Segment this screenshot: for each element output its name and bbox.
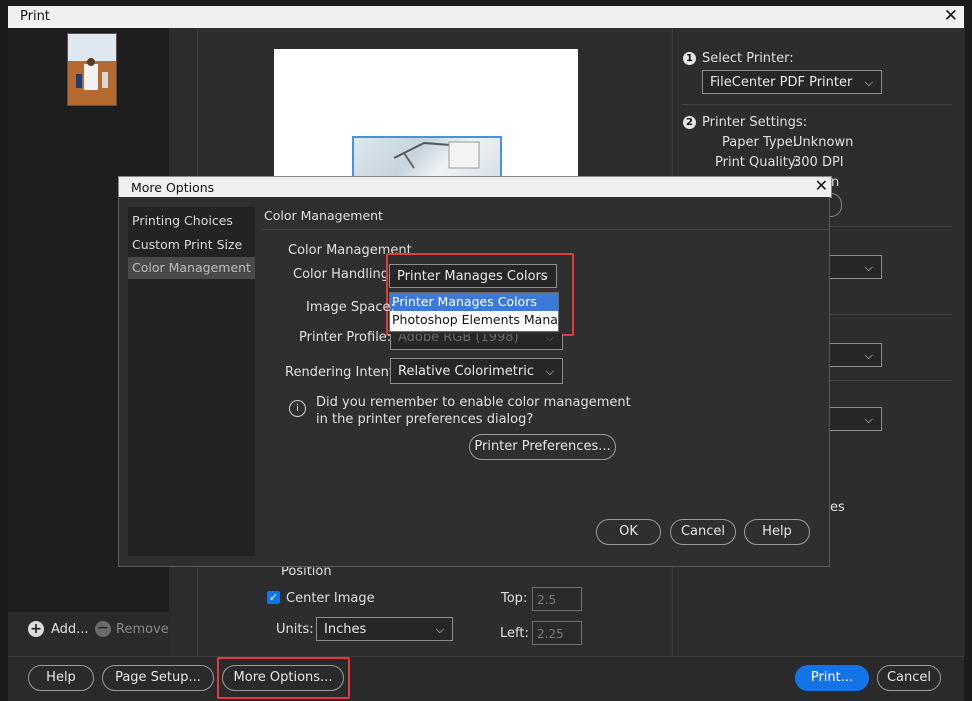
printer-profile-value: Adobe RGB (1998) xyxy=(398,334,519,345)
section-divider xyxy=(263,229,830,230)
more-options-title: More Options xyxy=(131,180,215,195)
add-button[interactable]: Add... xyxy=(51,622,89,637)
chevron-down-icon: ⌵ xyxy=(539,270,548,283)
printer-settings-label: Printer Settings: xyxy=(702,115,808,130)
close-icon[interactable]: ✕ xyxy=(815,176,828,195)
top-input[interactable]: 2.5 xyxy=(532,587,582,611)
dialog-cancel-button[interactable]: Cancel xyxy=(670,519,736,545)
help-button[interactable]: Help xyxy=(28,665,94,691)
printer-profile-label: Printer Profile: xyxy=(299,330,392,345)
printer-preferences-button[interactable]: Printer Preferences... xyxy=(469,434,616,460)
remove-icon: − xyxy=(95,621,111,637)
add-icon[interactable]: + xyxy=(28,621,44,637)
sidebar-item-printing-choices[interactable]: Printing Choices xyxy=(132,213,233,228)
paper-type-label: Paper Type: xyxy=(722,135,798,150)
photo-thumbnail[interactable] xyxy=(67,33,117,106)
step-number-1: 1 xyxy=(683,52,696,65)
chevron-down-icon: ⌵ xyxy=(864,76,873,89)
group-title: Color Management xyxy=(288,243,412,258)
remove-button: Remove xyxy=(116,622,169,637)
color-handling-options[interactable]: Printer Manages Colors Photoshop Element… xyxy=(389,292,559,332)
image-space-label: Image Space: xyxy=(306,300,395,315)
units-value: Inches xyxy=(324,622,367,637)
obscured-dropdown-2[interactable]: ⌵ xyxy=(829,343,882,367)
more-options-button[interactable]: More Options... xyxy=(222,665,344,691)
close-icon[interactable]: ✕ xyxy=(944,6,958,26)
left-input[interactable]: 2.25 xyxy=(532,621,582,645)
sidebar-item-custom-print-size[interactable]: Custom Print Size xyxy=(132,237,242,252)
paper-type-value: Unknown xyxy=(793,135,854,150)
obscured-dropdown-1[interactable]: ⌵ xyxy=(829,255,882,279)
dialog-help-button[interactable]: Help xyxy=(744,519,810,545)
left-label: Left: xyxy=(500,626,529,641)
select-printer-label: Select Printer: xyxy=(702,51,794,66)
chevron-down-icon: ⌵ xyxy=(864,261,873,274)
partial-label: n xyxy=(831,175,840,190)
info-text-line-2: in the printer preferences dialog? xyxy=(316,412,534,427)
printer-dropdown-value: FileCenter PDF Printer xyxy=(710,75,853,90)
obscured-dropdown-3[interactable]: ⌵ xyxy=(829,407,882,431)
print-quality-value: 300 DPI xyxy=(793,155,844,170)
cancel-button[interactable]: Cancel xyxy=(877,665,941,691)
print-quality-label: Print Quality: xyxy=(715,155,799,170)
info-icon: i xyxy=(289,400,306,417)
window-title: Print xyxy=(20,9,50,24)
rendering-intent-value: Relative Colorimetric xyxy=(398,364,534,379)
step-number-2: 2 xyxy=(683,116,696,129)
rendering-intent-label: Rendering Intent: xyxy=(285,365,399,380)
divider xyxy=(682,104,952,105)
print-button[interactable]: Print... xyxy=(795,665,869,691)
top-label: Top: xyxy=(501,591,528,606)
printer-dropdown[interactable]: FileCenter PDF Printer ⌵ xyxy=(702,70,882,94)
ok-button[interactable]: OK xyxy=(596,519,661,545)
option-printer-manages-colors[interactable]: Printer Manages Colors xyxy=(390,293,558,311)
center-image-checkbox[interactable]: ✓ xyxy=(267,591,280,604)
center-image-label[interactable]: Center Image xyxy=(286,591,375,606)
color-handling-label: Color Handling: xyxy=(293,267,394,282)
page-setup-button[interactable]: Page Setup... xyxy=(102,665,214,691)
info-text-line-1: Did you remember to enable color managem… xyxy=(316,395,631,410)
option-photoshop-elements-manages[interactable]: Photoshop Elements Manag... xyxy=(390,311,558,329)
color-handling-value: Printer Manages Colors xyxy=(397,269,548,284)
units-label: Units: xyxy=(276,622,314,637)
divider xyxy=(830,226,952,227)
chevron-down-icon: ⌵ xyxy=(864,413,873,426)
printer-profile-dropdown: Adobe RGB (1998) ⌵ xyxy=(390,334,563,350)
chevron-down-icon: ⌵ xyxy=(435,623,444,636)
chevron-down-icon: ⌵ xyxy=(545,334,554,344)
divider xyxy=(830,314,952,315)
partial-label-2: es xyxy=(830,500,845,515)
section-title: Color Management xyxy=(264,208,383,223)
units-dropdown[interactable]: Inches ⌵ xyxy=(316,617,453,641)
divider xyxy=(830,380,952,381)
rendering-intent-dropdown[interactable]: Relative Colorimetric ⌵ xyxy=(390,358,563,384)
chevron-down-icon: ⌵ xyxy=(864,349,873,362)
chevron-down-icon: ⌵ xyxy=(545,365,554,378)
sidebar-item-color-management[interactable]: Color Management xyxy=(128,257,255,279)
more-options-titlebar: More Options ✕ xyxy=(118,176,832,198)
print-window-titlebar: Print ✕ xyxy=(8,6,964,28)
color-handling-dropdown[interactable]: Printer Manages Colors ⌵ xyxy=(389,264,557,288)
more-options-sidebar: Printing Choices Custom Print Size Color… xyxy=(128,207,255,556)
